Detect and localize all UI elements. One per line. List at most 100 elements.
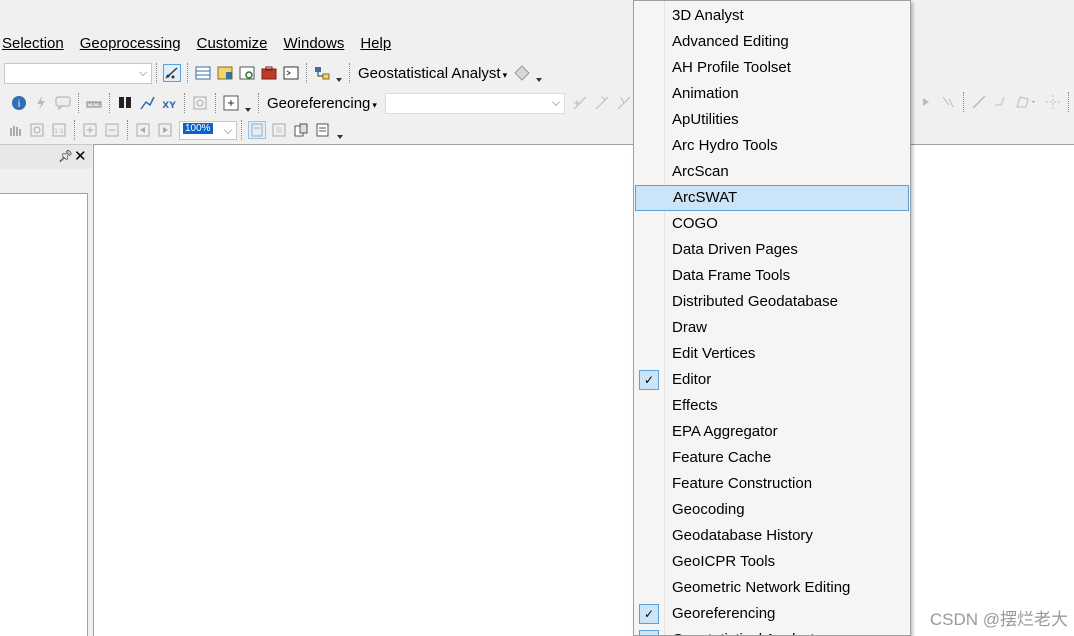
toolbar-separator: [1068, 92, 1069, 112]
toolbar-options-grip[interactable]: [244, 92, 252, 114]
model-builder-icon[interactable]: [313, 64, 331, 82]
menu-item-label: Data Frame Tools: [672, 267, 791, 284]
menu-item-distributed-geodatabase[interactable]: Distributed Geodatabase: [634, 289, 910, 315]
catalog-icon[interactable]: [216, 64, 234, 82]
menu-windows[interactable]: Windows: [283, 35, 344, 52]
geostatistical-analyst-menu[interactable]: Geostatistical Analyst ▾: [358, 65, 507, 82]
pan-layout-icon[interactable]: [6, 121, 24, 139]
close-icon[interactable]: ✕: [74, 147, 87, 165]
hyperlink-icon[interactable]: [32, 94, 50, 112]
html-popup-icon[interactable]: [54, 94, 72, 112]
magnifier-window-icon[interactable]: [222, 94, 240, 112]
trace-icon[interactable]: [992, 93, 1010, 111]
split-tool-icon[interactable]: [1044, 93, 1062, 111]
menu-item-geocoding[interactable]: Geocoding: [634, 497, 910, 523]
menu-help[interactable]: Help: [360, 35, 391, 52]
menu-item-feature-cache[interactable]: Feature Cache: [634, 445, 910, 471]
menu-item-data-frame-tools[interactable]: Data Frame Tools: [634, 263, 910, 289]
menu-selection[interactable]: Selection: [2, 35, 64, 52]
menu-item-geometric-network-editing[interactable]: Geometric Network Editing: [634, 575, 910, 601]
select-link-icon[interactable]: [593, 94, 611, 112]
toolbar-separator: [241, 120, 242, 140]
menu-item-geoicpr-tools[interactable]: GeoICPR Tools: [634, 549, 910, 575]
menu-item-ah-profile-toolset[interactable]: AH Profile Toolset: [634, 55, 910, 81]
menu-geoprocessing[interactable]: Geoprocessing: [80, 35, 181, 52]
svg-text:i: i: [18, 99, 21, 110]
polygon-tool-icon[interactable]: [1014, 93, 1040, 111]
menu-mnemonic: Help: [360, 34, 392, 52]
menu-item-advanced-editing[interactable]: Advanced Editing: [634, 29, 910, 55]
zoom-to-link-icon[interactable]: [615, 94, 633, 112]
toolbar-options-grip[interactable]: [335, 62, 343, 84]
menu-bar: Selection Geoprocessing Customize Windows He…: [0, 30, 405, 56]
menu-item-cogo[interactable]: COGO: [634, 211, 910, 237]
fixed-zoom-out-icon[interactable]: [103, 121, 121, 139]
layer-combo[interactable]: [4, 62, 152, 84]
attribute-table-icon[interactable]: [194, 64, 212, 82]
menu-customize[interactable]: Customize: [197, 35, 268, 52]
edit-annotation-icon[interactable]: [939, 93, 957, 111]
menu-item-epa-aggregator[interactable]: EPA Aggregator: [634, 419, 910, 445]
forward-extent-icon[interactable]: [156, 121, 174, 139]
table-of-contents-list[interactable]: [0, 193, 88, 636]
menu-item-label: Editor: [672, 371, 712, 388]
toolbar-separator: [74, 120, 75, 140]
georef-layer-combo[interactable]: [384, 92, 565, 114]
menu-item-arcswat[interactable]: ArcSWAT: [635, 185, 909, 211]
menu-item-draw[interactable]: Draw: [634, 315, 910, 341]
find-route-icon[interactable]: [138, 94, 156, 112]
toolbar-separator: [349, 63, 350, 83]
menu-item-label: ArcSWAT: [673, 189, 738, 206]
go-to-xy-icon[interactable]: XY: [160, 94, 178, 112]
menu-item-geodatabase-history[interactable]: Geodatabase History: [634, 523, 910, 549]
menu-item-3d-analyst[interactable]: 3D Analyst: [634, 3, 910, 29]
menu-item-label: Georeferencing: [672, 605, 776, 622]
menu-item-effects[interactable]: Effects: [634, 393, 910, 419]
toolbar-options-grip[interactable]: [336, 119, 344, 141]
identify-icon[interactable]: i: [10, 94, 28, 112]
arctoolbox-icon[interactable]: [260, 64, 278, 82]
menu-item-label: 3D Analyst: [672, 7, 744, 24]
edit-tool-icon[interactable]: [163, 64, 181, 82]
editor-tools-partial: [915, 91, 1073, 113]
zoom-percent-combo[interactable]: 100%: [179, 120, 237, 140]
add-control-points-icon[interactable]: [571, 94, 589, 112]
search-window-icon[interactable]: [238, 64, 256, 82]
menu-item-feature-construction[interactable]: Feature Construction: [634, 471, 910, 497]
fixed-zoom-in-icon[interactable]: [81, 121, 99, 139]
toggle-draft-mode-icon[interactable]: [248, 121, 266, 139]
python-window-icon[interactable]: [282, 64, 300, 82]
measure-icon[interactable]: [85, 94, 103, 112]
menu-item-aputilities[interactable]: ApUtilities: [634, 107, 910, 133]
menu-item-label: Feature Cache: [672, 449, 772, 466]
straight-segment-icon[interactable]: [970, 93, 988, 111]
zoom-whole-page-icon[interactable]: [28, 121, 46, 139]
pin-icon[interactable]: 📌︎: [58, 149, 73, 163]
toolbar-options-grip[interactable]: [535, 62, 543, 84]
geostat-wizard-icon[interactable]: [513, 64, 531, 82]
data-driven-page-toolbar-icon[interactable]: [314, 121, 332, 139]
menu-item-geostatistical-analyst[interactable]: ✓ Geostatistical Analyst: [634, 627, 910, 635]
focus-data-frame-icon[interactable]: [270, 121, 288, 139]
checkmark-icon: ✓: [639, 370, 659, 390]
menu-item-data-driven-pages[interactable]: Data Driven Pages: [634, 237, 910, 263]
menu-item-label: ArcScan: [672, 163, 729, 180]
menu-item-edit-vertices[interactable]: Edit Vertices: [634, 341, 910, 367]
map-display-area[interactable]: [93, 144, 1074, 636]
menu-item-arcscan[interactable]: ArcScan: [634, 159, 910, 185]
menu-item-label: Animation: [672, 85, 739, 102]
find-icon[interactable]: [116, 94, 134, 112]
back-extent-icon[interactable]: [134, 121, 152, 139]
menu-item-arc-hydro-tools[interactable]: Arc Hydro Tools: [634, 133, 910, 159]
georeferencing-menu[interactable]: Georeferencing ▾: [267, 95, 377, 112]
zoom-100-icon[interactable]: 1:1: [50, 121, 68, 139]
menu-item-label: Effects: [672, 397, 718, 414]
change-layout-icon[interactable]: [292, 121, 310, 139]
toolbar-separator: [258, 93, 259, 113]
menu-item-editor[interactable]: ✓ Editor: [634, 367, 910, 393]
play-icon[interactable]: [917, 93, 935, 111]
menu-item-georeferencing[interactable]: ✓ Georeferencing: [634, 601, 910, 627]
menu-item-label: Feature Construction: [672, 475, 813, 492]
time-slider-icon[interactable]: [191, 94, 209, 112]
menu-item-animation[interactable]: Animation: [634, 81, 910, 107]
